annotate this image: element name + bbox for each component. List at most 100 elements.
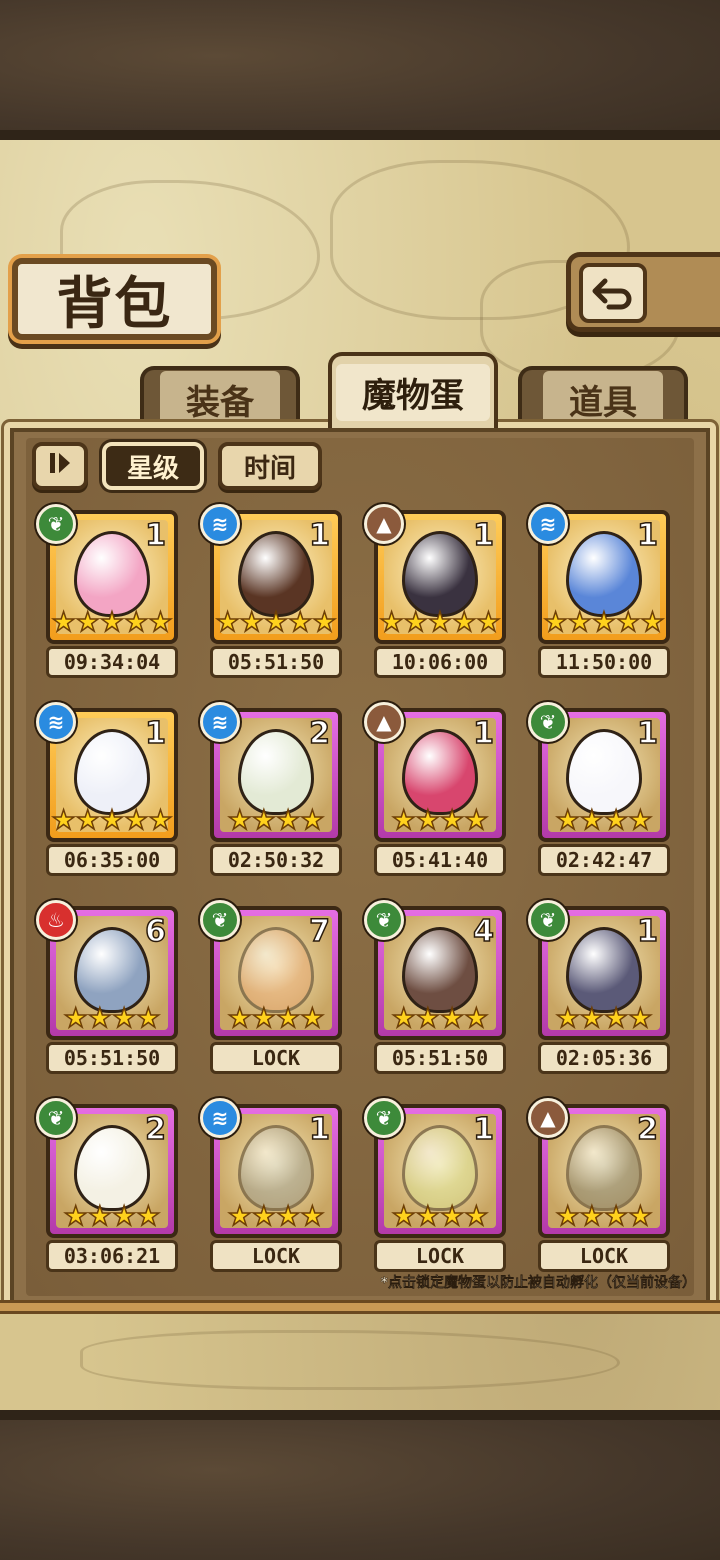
- mountain-icon: ▲: [364, 504, 404, 544]
- egg-slot[interactable]: 1 ★ ★ ★ ★ ★ ▲ 10:06:00: [364, 504, 510, 678]
- star-icon: ★: [451, 607, 477, 639]
- egg-slot[interactable]: 1 ★ ★ ★ ★ ▲ 05:41:40: [364, 702, 510, 876]
- hatch-timer: 05:41:40: [374, 844, 506, 876]
- star-icon: ★: [579, 1003, 605, 1035]
- star-icon: ★: [99, 607, 125, 639]
- hatch-timer: 05:51:50: [374, 1042, 506, 1074]
- tab-bar: 装备 魔物蛋 道具: [10, 352, 710, 430]
- sort-time-label: 时间: [243, 453, 296, 484]
- egg-slot[interactable]: 4 ★ ★ ★ ★ ❦ 05:51:50: [364, 900, 510, 1074]
- hatch-timer: 06:35:00: [46, 844, 178, 876]
- back-arrow-icon: [579, 263, 647, 323]
- hatch-timer: 05:51:50: [210, 646, 342, 678]
- bottom-background: [0, 1410, 720, 1560]
- water-wave-icon: ≋: [528, 504, 568, 544]
- egg-count: 1: [308, 517, 330, 554]
- star-icon: ★: [603, 805, 629, 837]
- star-icon: ★: [463, 805, 489, 837]
- tab-monster-eggs[interactable]: 魔物蛋: [328, 352, 498, 428]
- star-icon: ★: [439, 1201, 465, 1233]
- star-icon: ★: [215, 607, 241, 639]
- star-icon: ★: [123, 607, 149, 639]
- star-rating: ★ ★ ★ ★ ★: [50, 805, 174, 837]
- egg-slot[interactable]: 2 ★ ★ ★ ★ ≋ 02:50:32: [200, 702, 346, 876]
- star-icon: ★: [603, 1201, 629, 1233]
- star-icon: ★: [439, 1003, 465, 1035]
- star-icon: ★: [476, 607, 502, 639]
- hatch-timer: 09:34:04: [46, 646, 178, 678]
- star-icon: ★: [111, 1201, 137, 1233]
- flame-icon: ♨: [36, 900, 76, 940]
- star-icon: ★: [227, 1201, 253, 1233]
- star-icon: ★: [275, 805, 301, 837]
- egg-count: 4: [472, 913, 494, 950]
- star-rating: ★ ★ ★ ★: [50, 1003, 174, 1035]
- egg-count: 1: [636, 715, 658, 752]
- star-icon: ★: [463, 1201, 489, 1233]
- egg-slot[interactable]: 1 ★ ★ ★ ★ ★ ❦ 09:34:04: [36, 504, 182, 678]
- egg-slot[interactable]: 1 ★ ★ ★ ★ ≋ LOCK: [200, 1098, 346, 1272]
- star-icon: ★: [239, 607, 265, 639]
- egg-count: 1: [144, 715, 166, 752]
- star-icon: ★: [555, 1201, 581, 1233]
- egg-slot[interactable]: 2 ★ ★ ★ ★ ❦ 03:06:21: [36, 1098, 182, 1272]
- star-rating: ★ ★ ★ ★: [50, 1201, 174, 1233]
- star-icon: ★: [627, 1201, 653, 1233]
- star-icon: ★: [51, 607, 77, 639]
- egg-count: 6: [144, 913, 166, 950]
- lock-label[interactable]: LOCK: [374, 1240, 506, 1272]
- sort-by-time-button[interactable]: 时间: [218, 442, 322, 490]
- water-wave-icon: ≋: [200, 702, 240, 742]
- star-icon: ★: [591, 607, 617, 639]
- star-icon: ★: [415, 805, 441, 837]
- star-icon: ★: [63, 1201, 89, 1233]
- star-icon: ★: [299, 805, 325, 837]
- back-button[interactable]: [566, 252, 720, 332]
- tab-equipment[interactable]: 装备: [140, 366, 300, 428]
- leaf-icon: ❦: [36, 1098, 76, 1138]
- star-icon: ★: [87, 1201, 113, 1233]
- tab-items[interactable]: 道具: [518, 366, 688, 428]
- star-icon: ★: [299, 1201, 325, 1233]
- egg-count: 1: [308, 1111, 330, 1148]
- egg-slot[interactable]: 6 ★ ★ ★ ★ ♨ 05:51:50: [36, 900, 182, 1074]
- egg-slot[interactable]: 1 ★ ★ ★ ★ ❦ 02:42:47: [528, 702, 674, 876]
- leaf-icon: ❦: [200, 900, 240, 940]
- star-rating: ★ ★ ★ ★ ★: [214, 607, 338, 639]
- star-icon: ★: [251, 1003, 277, 1035]
- star-icon: ★: [379, 607, 405, 639]
- egg-slot[interactable]: 1 ★ ★ ★ ★ ★ ≋ 06:35:00: [36, 702, 182, 876]
- egg-slot[interactable]: 1 ★ ★ ★ ★ ★ ≋ 05:51:50: [200, 504, 346, 678]
- egg-slot[interactable]: 2 ★ ★ ★ ★ ▲ LOCK: [528, 1098, 674, 1272]
- star-rating: ★ ★ ★ ★ ★: [378, 607, 502, 639]
- tab-label: 道具: [543, 370, 663, 428]
- egg-slot[interactable]: 1 ★ ★ ★ ★ ❦ LOCK: [364, 1098, 510, 1272]
- egg-count: 1: [472, 1111, 494, 1148]
- star-icon: ★: [640, 607, 666, 639]
- water-wave-icon: ≋: [200, 1098, 240, 1138]
- hatch-timer: 10:06:00: [374, 646, 506, 678]
- egg-slot[interactable]: 1 ★ ★ ★ ★ ★ ≋ 11:50:00: [528, 504, 674, 678]
- star-icon: ★: [135, 1201, 161, 1233]
- egg-slot[interactable]: 7 ★ ★ ★ ★ ❦ LOCK: [200, 900, 346, 1074]
- star-icon: ★: [415, 1201, 441, 1233]
- sort-by-star-button[interactable]: 星级: [102, 442, 204, 490]
- star-icon: ★: [299, 1003, 325, 1035]
- egg-count: 1: [144, 517, 166, 554]
- star-rating: ★ ★ ★ ★: [378, 1003, 502, 1035]
- lock-label[interactable]: LOCK: [538, 1240, 670, 1272]
- star-icon: ★: [111, 1003, 137, 1035]
- leaf-icon: ❦: [364, 1098, 404, 1138]
- hatch-timer: 05:51:50: [46, 1042, 178, 1074]
- lock-label[interactable]: LOCK: [210, 1042, 342, 1074]
- star-rating: ★ ★ ★ ★: [542, 1003, 666, 1035]
- star-icon: ★: [227, 1003, 253, 1035]
- star-icon: ★: [312, 607, 338, 639]
- star-icon: ★: [287, 607, 313, 639]
- egg-count: 1: [472, 715, 494, 752]
- lock-label[interactable]: LOCK: [210, 1240, 342, 1272]
- star-icon: ★: [579, 805, 605, 837]
- sort-order-toggle[interactable]: [32, 442, 88, 490]
- star-rating: ★ ★ ★ ★: [214, 1003, 338, 1035]
- egg-slot[interactable]: 1 ★ ★ ★ ★ ❦ 02:05:36: [528, 900, 674, 1074]
